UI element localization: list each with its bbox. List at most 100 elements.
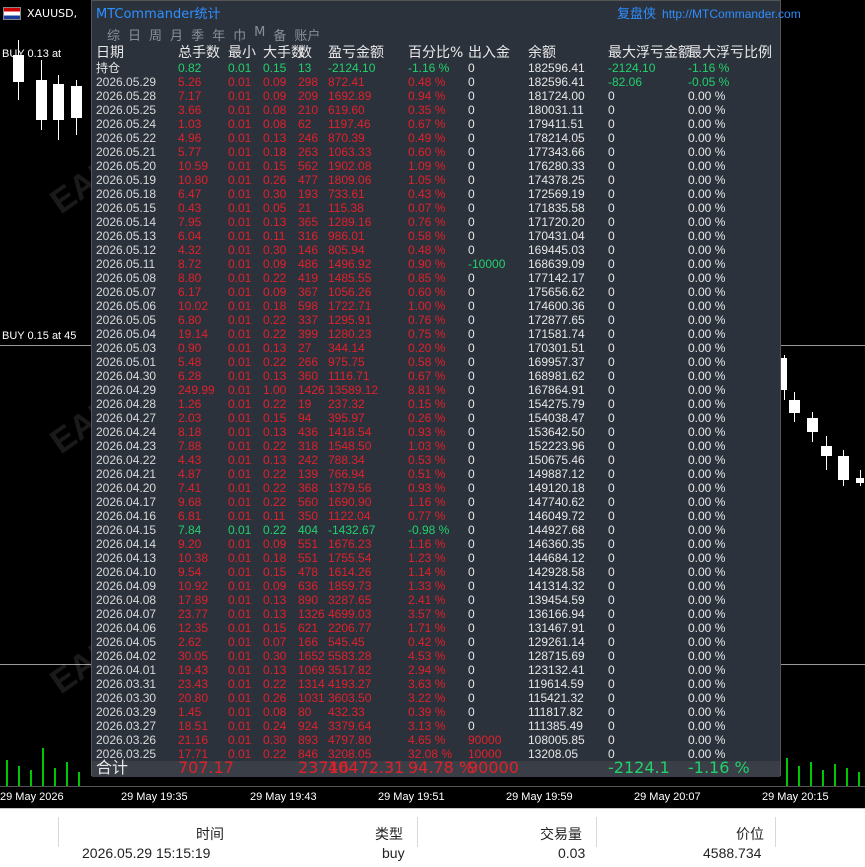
table-row[interactable]: 2026.04.30 6.28 0.01 0.13 360 1116.71 0.67 % 0 1… — [96, 369, 778, 383]
table-row[interactable]: 2026.04.14 9.20 0.01 0.09 551 1676.23 1.16 % 0 1… — [96, 537, 778, 551]
tab-account[interactable]: 账户 — [294, 25, 320, 44]
table-row[interactable]: 2026.04.24 8.18 0.01 0.13 436 1418.54 0.93 % 0 1… — [96, 425, 778, 439]
table-row[interactable]: 2026.05.15 0.43 0.01 0.05 21 115.38 0.07 % 0 171… — [96, 201, 778, 215]
time-axis[interactable]: 29 May 2026 29 May 19:35 29 May 19:43 29… — [0, 786, 865, 809]
cell-max-lots: 0.22 — [263, 523, 287, 537]
cell-balance: 123132.41 — [528, 663, 585, 677]
table-row[interactable]: 2026.05.04 19.14 0.01 0.22 399 1280.23 0.75 % 0… — [96, 327, 778, 341]
cell-percent: 1.00 % — [408, 299, 446, 313]
cell-min-lots: 0.01 — [228, 103, 252, 117]
cell-date: 2026.04.07 — [96, 607, 157, 621]
table-row[interactable]: 2026.05.13 6.04 0.01 0.11 316 986.01 0.58 % 0 17… — [96, 229, 778, 243]
table-row[interactable]: 2026.04.05 2.62 0.01 0.07 166 545.45 0.42 % 0 12… — [96, 635, 778, 649]
cell-min-lots: 0.01 — [228, 285, 252, 299]
cell-profit: 4699.03 — [328, 607, 372, 621]
table-row[interactable]: 2026.05.11 8.72 0.01 0.09 486 1496.92 0.90 % -1… — [96, 257, 778, 271]
tab-magic[interactable]: 巾 — [233, 25, 246, 44]
trade-time[interactable]: 2026.05.29 15:15:19 — [82, 845, 210, 861]
table-row[interactable]: 2026.05.19 10.80 0.01 0.26 477 1809.06 1.05 % 0… — [96, 173, 778, 187]
tab-m[interactable]: M — [254, 25, 265, 44]
table-row[interactable]: 2026.05.25 3.66 0.01 0.08 210 619.60 0.35 % 0 18… — [96, 103, 778, 117]
table-row[interactable]: 2026.04.09 10.92 0.01 0.09 636 1859.73 1.33 % 0… — [96, 579, 778, 593]
table-row[interactable]: 2026.03.29 1.45 0.01 0.08 80 432.33 0.39 % 0 111… — [96, 705, 778, 719]
cell-count: 367 — [298, 285, 319, 299]
table-row[interactable]: 2026.04.02 30.05 0.01 0.30 1652 5583.28 4.53 %… — [96, 649, 778, 663]
trade-volume[interactable]: 0.03 — [558, 845, 585, 861]
table-row[interactable]: 2026.05.22 4.96 0.01 0.13 246 870.39 0.49 % 0 17… — [96, 131, 778, 145]
cell-date: 2026.04.22 — [96, 453, 157, 467]
table-row[interactable]: 2026.05.05 6.80 0.01 0.22 337 1295.91 0.76 % 0 1… — [96, 313, 778, 327]
col-volume[interactable]: 交易量 — [540, 824, 582, 844]
cell-max-lots: 0.13 — [263, 341, 287, 355]
cell-count: 94 — [298, 411, 312, 425]
table-row[interactable]: 2026.04.16 6.81 0.01 0.11 350 1122.04 0.77 % 0 1… — [96, 509, 778, 523]
tab-week[interactable]: 周 — [149, 25, 162, 44]
table-row[interactable]: 2026.04.10 9.54 0.01 0.15 478 1614.26 1.14 % 0 1… — [96, 565, 778, 579]
tab-quarter[interactable]: 季 — [191, 25, 204, 44]
cell-max-floating-ratio: 0.00 % — [688, 691, 726, 705]
table-row[interactable]: 2026.04.22 4.43 0.01 0.13 242 788.34 0.53 % 0 15… — [96, 453, 778, 467]
cell-deposit: 0 — [468, 229, 475, 243]
table-row[interactable]: 2026.04.07 23.77 0.01 0.13 1326 4699.03 3.57 %… — [96, 607, 778, 621]
trade-price[interactable]: 4588.734 — [703, 845, 761, 861]
cell-deposit: 0 — [468, 495, 475, 509]
table-row[interactable]: 2026.04.13 10.38 0.01 0.18 551 1755.54 1.23 % 0… — [96, 551, 778, 565]
table-row[interactable]: 2026.05.07 6.17 0.01 0.09 367 1056.26 0.60 % 0 1… — [96, 285, 778, 299]
cell-percent: 1.14 % — [408, 565, 446, 579]
cell-percent: 3.63 % — [408, 677, 446, 691]
table-row[interactable]: 2026.05.18 6.47 0.01 0.30 193 733.61 0.43 % 0 17… — [96, 187, 778, 201]
table-row[interactable]: 2026.05.01 5.48 0.01 0.22 266 975.75 0.58 % 0 16… — [96, 355, 778, 369]
cell-max-lots: 0.11 — [263, 509, 286, 523]
trade-table-header: 时间 类型 交易量 价位 — [0, 813, 865, 847]
table-row[interactable]: 2026.05.12 4.32 0.01 0.30 146 805.94 0.48 % 0 16… — [96, 243, 778, 257]
table-row[interactable]: 2026.04.27 2.03 0.01 0.15 94 395.97 0.26 % 0 154… — [96, 411, 778, 425]
table-row[interactable]: 2026.04.29 249.99 0.01 1.00 1426 13589.12 8.81… — [96, 383, 778, 397]
table-row[interactable]: 2026.03.31 23.43 0.01 0.22 1314 4193.27 3.63 %… — [96, 677, 778, 691]
table-row[interactable]: 2026.05.21 5.77 0.01 0.18 263 1063.33 0.60 % 0 1… — [96, 145, 778, 159]
cell-max-lots: 0.08 — [263, 117, 287, 131]
cell-percent: 0.85 % — [408, 271, 446, 285]
cell-count: 62 — [298, 117, 312, 131]
cell-date: 2026.04.02 — [96, 649, 157, 663]
col-type[interactable]: 类型 — [375, 824, 403, 844]
tab-year[interactable]: 年 — [212, 25, 225, 44]
cell-percent: 1.05 % — [408, 173, 446, 187]
cell-total-lots: 23.43 — [178, 677, 209, 691]
table-row[interactable]: 2026.04.06 12.35 0.01 0.15 621 2206.77 1.71 % 0… — [96, 621, 778, 635]
tab-day[interactable]: 日 — [128, 25, 141, 44]
table-row[interactable]: 2026.05.08 8.80 0.01 0.22 419 1485.55 0.85 % 0 1… — [96, 271, 778, 285]
table-row[interactable]: 2026.04.20 7.41 0.01 0.22 368 1379.56 0.93 % 0 1… — [96, 481, 778, 495]
position-row[interactable]: 持仓 0.82 0.01 0.15 13 -2124.10 -1.16 % 0 … — [96, 61, 778, 75]
cell-min-lots: 0.01 — [228, 243, 252, 257]
table-row[interactable]: 2026.04.08 17.89 0.01 0.13 890 3287.65 2.41 % 0… — [96, 593, 778, 607]
trade-type[interactable]: buy — [382, 845, 405, 861]
table-row[interactable]: 2026.05.03 0.90 0.01 0.13 27 344.14 0.20 % 0 170… — [96, 341, 778, 355]
table-row[interactable]: 2026.04.17 9.68 0.01 0.22 560 1690.90 1.16 % 0 1… — [96, 495, 778, 509]
col-time[interactable]: 时间 — [196, 824, 224, 844]
cell-min-lots: 0.01 — [228, 411, 252, 425]
table-row[interactable]: 2026.05.20 10.59 0.01 0.15 562 1902.08 1.09 % 0… — [96, 159, 778, 173]
website-link[interactable]: http://MTCommander.com — [662, 7, 801, 21]
table-row[interactable]: 2026.05.24 1.03 0.01 0.08 62 1197.46 0.67 % 0 17… — [96, 117, 778, 131]
cell-percent: 0.60 % — [408, 145, 446, 159]
table-row[interactable]: 2026.04.23 7.88 0.01 0.22 318 1548.50 1.03 % 0 1… — [96, 439, 778, 453]
cell-max-lots: 0.07 — [263, 635, 287, 649]
table-row[interactable]: 2026.05.29 5.26 0.01 0.09 298 872.41 0.48 % 0 18… — [96, 75, 778, 89]
cell-profit: 432.33 — [328, 705, 365, 719]
table-row[interactable]: 2026.04.15 7.84 0.01 0.22 404 -1432.67 -0.98 %… — [96, 523, 778, 537]
table-row[interactable]: 2026.04.21 4.87 0.01 0.22 139 766.94 0.51 % 0 14… — [96, 467, 778, 481]
table-row[interactable]: 2026.04.28 1.26 0.01 0.22 19 237.32 0.15 % 0 154… — [96, 397, 778, 411]
table-row[interactable]: 2026.05.06 10.02 0.01 0.18 598 1722.71 1.00 % 0… — [96, 299, 778, 313]
tab-backup[interactable]: 备 — [273, 25, 286, 44]
table-row[interactable]: 2026.05.14 7.95 0.01 0.13 365 1289.16 0.76 % 0 1… — [96, 215, 778, 229]
table-row[interactable]: 2026.04.01 19.43 0.01 0.13 1069 3517.82 2.94 %… — [96, 663, 778, 677]
tab-summary[interactable]: 综 — [107, 25, 120, 44]
table-row[interactable]: 2026.03.26 21.16 0.01 0.30 893 4797.80 4.65 % 9… — [96, 733, 778, 747]
table-row[interactable]: 2026.05.28 7.17 0.01 0.09 209 1692.89 0.94 % 0 1… — [96, 89, 778, 103]
col-max-floating-loss: 最大浮亏金额 — [608, 45, 692, 61]
table-row[interactable]: 2026.03.27 18.51 0.01 0.24 924 3379.64 3.13 % 0… — [96, 719, 778, 733]
table-row[interactable]: 2026.03.30 20.80 0.01 0.26 1031 3603.50 3.22 %… — [96, 691, 778, 705]
cell-max-floating-loss: 0 — [608, 159, 615, 173]
tab-month[interactable]: 月 — [170, 25, 183, 44]
col-price[interactable]: 价位 — [736, 824, 764, 844]
